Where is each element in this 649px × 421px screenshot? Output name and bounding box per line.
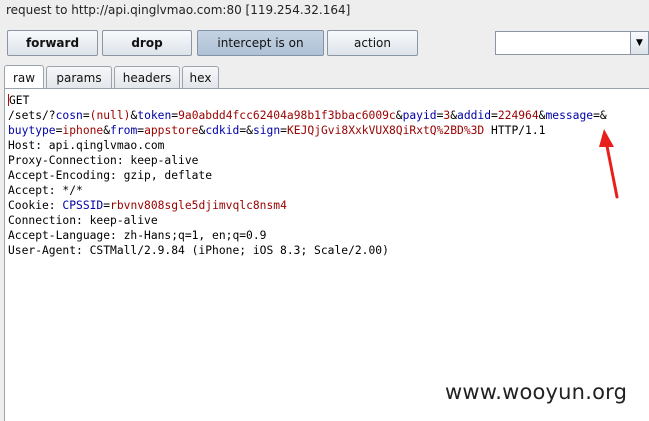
param-separator: & <box>599 109 607 122</box>
header-line: User-Agent: CSTMall/2.9.84 (iPhone; iOS … <box>8 244 389 257</box>
header-line: Accept: */* <box>8 184 83 197</box>
param-key-addid: addid <box>457 109 492 122</box>
param-key-token: token <box>137 109 172 122</box>
cookie-value: rbvnv808sgle5djimvqlc8nsm4 <box>110 199 287 212</box>
window-title: request to http://api.qinglvmao.com:80 [… <box>6 3 351 17</box>
header-line: Accept-Encoding: gzip, deflate <box>8 169 213 182</box>
param-equals: = <box>280 124 287 137</box>
request-protocol: HTTP/1.1 <box>484 124 546 137</box>
drop-button[interactable]: drop <box>102 30 192 56</box>
param-separator: & <box>450 109 458 122</box>
param-value-token: 9a0abdd4fcc62404a98b1f3bbac6009c <box>178 109 396 122</box>
chevron-down-icon[interactable]: ▼ <box>630 32 648 54</box>
param-value-addid: 224964 <box>497 109 539 122</box>
tab-raw[interactable]: raw <box>4 65 44 89</box>
header-line: Accept-Language: zh-Hans;q=1, en;q=0.9 <box>8 229 267 242</box>
param-key-from: from <box>110 124 138 137</box>
raw-request-editor[interactable]: GET /sets/?cosn=(null)&token=9a0abdd4fcc… <box>4 88 649 421</box>
param-separator: & <box>395 109 403 122</box>
tab-hex[interactable]: hex <box>182 66 219 88</box>
request-method: GET <box>9 94 30 107</box>
action-button[interactable]: action <box>327 30 418 56</box>
param-key-sign: sign <box>252 124 281 137</box>
header-line: Host: api.qinglvmao.com <box>8 139 165 152</box>
search-dropdown[interactable]: ▼ <box>495 31 649 55</box>
request-path: /sets/? <box>8 109 56 122</box>
param-value-sign: KEJQjGvi8XxkVUX8QiRxtQ%2BD%3D <box>286 124 485 137</box>
param-key-payid: payid <box>402 109 437 122</box>
cookie-key: CPSSID <box>62 199 104 212</box>
param-value-cosn: (null) <box>89 109 131 122</box>
param-key-cosn: cosn <box>55 109 83 122</box>
param-equals: = <box>82 109 90 122</box>
request-text[interactable]: GET /sets/?cosn=(null)&token=9a0abdd4fcc… <box>8 93 607 258</box>
param-key-message: message <box>545 109 594 122</box>
header-line: Connection: keep-alive <box>8 214 158 227</box>
forward-button[interactable]: forward <box>7 30 98 56</box>
param-equals: = <box>593 109 600 122</box>
intercept-toggle-button[interactable]: intercept is on <box>197 30 324 56</box>
param-key-cdkid: cdkid <box>205 124 240 137</box>
header-line: Proxy-Connection: keep-alive <box>8 154 199 167</box>
param-value-from: appstore <box>144 124 199 137</box>
param-equals: = <box>491 109 498 122</box>
tab-params[interactable]: params <box>46 66 112 88</box>
watermark: www.wooyun.org <box>445 380 628 404</box>
tab-headers[interactable]: headers <box>114 66 180 88</box>
param-key-buytype: buytype <box>8 124 56 137</box>
param-separator: & <box>246 124 253 137</box>
cookie-label: Cookie: <box>8 199 63 212</box>
param-value-buytype: iphone <box>62 124 104 137</box>
